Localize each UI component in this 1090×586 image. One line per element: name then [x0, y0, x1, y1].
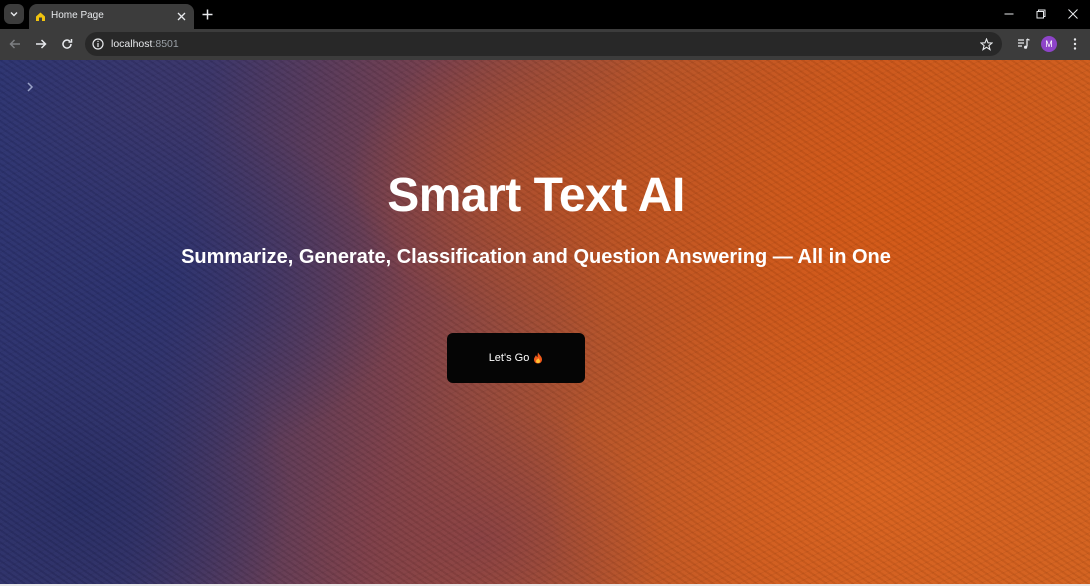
- close-window-button[interactable]: [1064, 5, 1082, 23]
- tab-search-button[interactable]: [4, 4, 24, 24]
- reload-button[interactable]: [58, 35, 76, 53]
- fire-icon: [533, 352, 543, 364]
- arrow-right-icon: [36, 39, 47, 49]
- sidebar-toggle-button[interactable]: [22, 78, 38, 96]
- back-button[interactable]: [6, 35, 24, 53]
- info-icon: [92, 38, 104, 50]
- page-title: Smart Text AI: [387, 169, 685, 222]
- page-viewport: Smart Text AI Summarize, Generate, Class…: [0, 60, 1090, 586]
- minimize-icon: [1004, 13, 1014, 15]
- home-icon: [34, 10, 46, 22]
- media-controls-button[interactable]: [1014, 35, 1032, 53]
- page-subtitle: Summarize, Generate, Classification and …: [181, 246, 891, 268]
- arrow-left-icon: [9, 39, 20, 49]
- site-info-button[interactable]: [91, 37, 105, 51]
- url-host: localhost: [111, 38, 153, 50]
- restore-icon: [1036, 9, 1046, 19]
- plus-icon: [202, 9, 212, 19]
- tab-close-button[interactable]: [174, 9, 188, 23]
- browser-toolbar: localhost:8501 M: [0, 29, 1090, 60]
- minimize-button[interactable]: [1000, 5, 1018, 23]
- kebab-menu-icon: [1073, 38, 1077, 50]
- star-icon: [979, 37, 993, 51]
- tab-title: Home Page: [51, 10, 104, 21]
- chevron-right-icon: [27, 82, 34, 92]
- lets-go-label: Let's Go: [488, 352, 530, 364]
- url-text: localhost:8501: [111, 37, 179, 51]
- new-tab-button[interactable]: [199, 6, 215, 22]
- browser-menu-button[interactable]: [1066, 35, 1084, 53]
- restore-button[interactable]: [1032, 5, 1050, 23]
- browser-window: Home Page localhost:8501 M Smart Text AI…: [0, 0, 1090, 586]
- url-port: :8501: [152, 38, 179, 50]
- address-bar[interactable]: localhost:8501: [85, 32, 1002, 56]
- lets-go-button[interactable]: Let's Go: [447, 333, 585, 383]
- profile-avatar[interactable]: M: [1041, 36, 1057, 52]
- chevron-down-icon: [10, 12, 18, 17]
- close-icon: [177, 12, 185, 20]
- forward-button[interactable]: [32, 35, 50, 53]
- media-control-icon: [1017, 38, 1030, 49]
- close-icon: [1068, 9, 1078, 19]
- background-texture: [0, 60, 1090, 586]
- bookmark-button[interactable]: [978, 36, 994, 52]
- tab-home-page[interactable]: Home Page: [29, 4, 194, 29]
- tab-strip: Home Page: [0, 0, 1090, 29]
- reload-icon: [62, 39, 73, 49]
